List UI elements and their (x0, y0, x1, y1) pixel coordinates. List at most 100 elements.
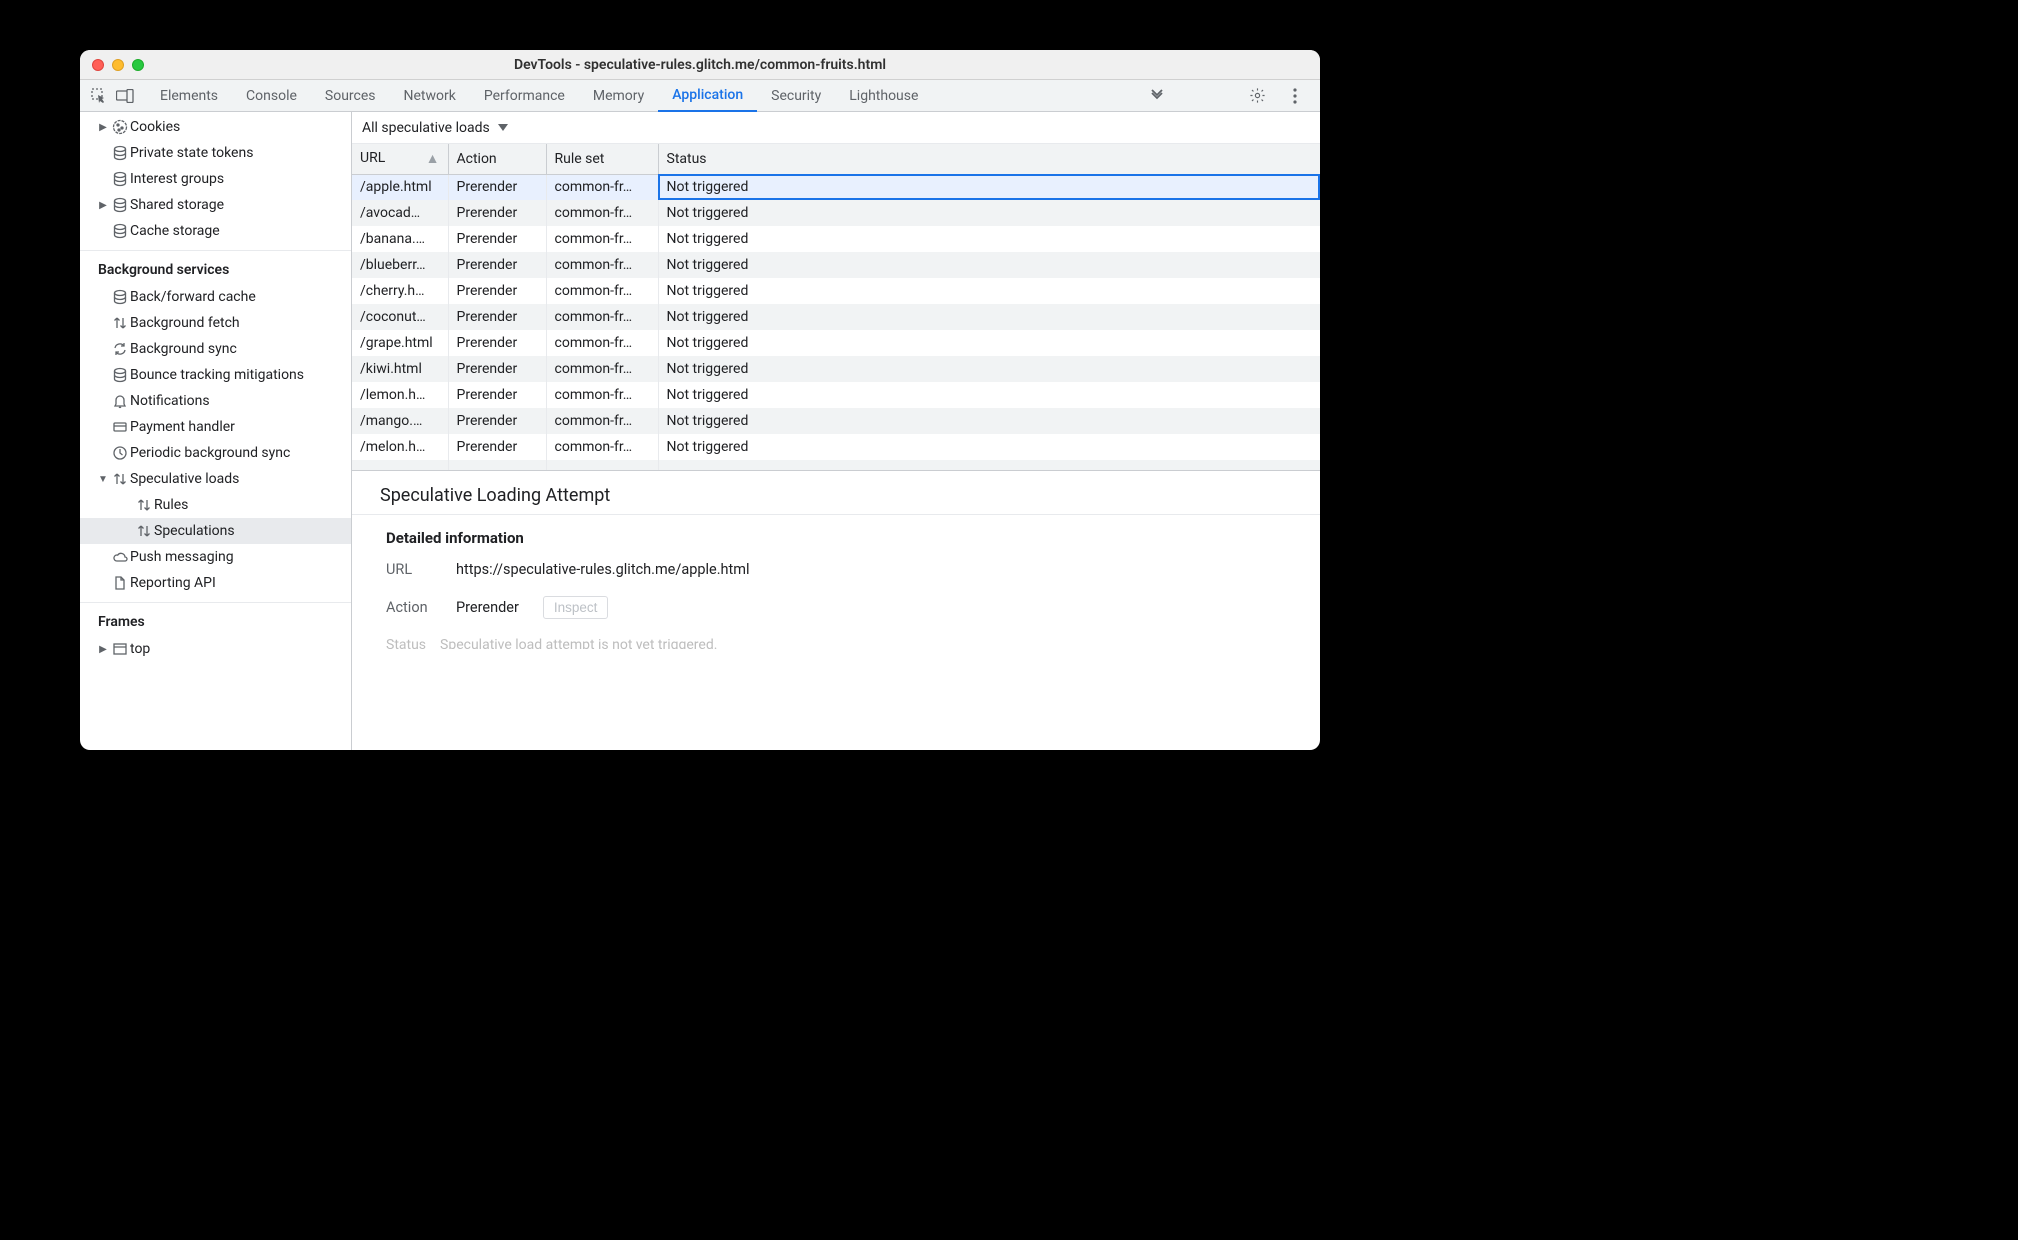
cloud-icon (110, 549, 130, 565)
cell-url: /coconut… (352, 304, 448, 330)
clock-icon (110, 445, 130, 461)
tree-item-label: Interest groups (130, 171, 351, 187)
tab-application[interactable]: Application (658, 80, 757, 112)
zoom-window-button[interactable] (132, 59, 144, 71)
sidebar-section-frames: Frames (80, 602, 351, 636)
tree-item-label: Cache storage (130, 223, 351, 239)
database-icon (110, 289, 130, 305)
sidebar-item-push-messaging[interactable]: Push messaging (80, 544, 351, 570)
sidebar-item-rules[interactable]: Rules (80, 492, 351, 518)
tree-item-label: Private state tokens (130, 145, 351, 161)
tab-console[interactable]: Console (232, 80, 311, 112)
tree-item-label: Frames (98, 614, 351, 630)
sidebar-item-top-frame[interactable]: ▶top (80, 636, 351, 662)
table-row[interactable]: /grape.htmlPrerendercommon-fr…Not trigge… (352, 330, 1320, 356)
database-icon (110, 171, 130, 187)
sidebar-item-private-state-tokens[interactable]: Private state tokens (80, 140, 351, 166)
col-url[interactable]: URL▲ (352, 144, 448, 174)
kebab-menu-icon[interactable] (1282, 83, 1308, 109)
more-tabs-icon[interactable] (1144, 83, 1170, 109)
tab-sources[interactable]: Sources (311, 80, 390, 112)
table-row[interactable]: /cherry.h…Prerendercommon-fr…Not trigger… (352, 278, 1320, 304)
sidebar-item-bounce-tracking-mitigations[interactable]: Bounce tracking mitigations (80, 362, 351, 388)
table-row[interactable]: /kiwi.htmlPrerendercommon-fr…Not trigger… (352, 356, 1320, 382)
device-toolbar-icon[interactable] (112, 83, 138, 109)
sidebar-item-periodic-background-sync[interactable]: Periodic background sync (80, 440, 351, 466)
cell-url: /apple.html (352, 174, 448, 200)
col-action[interactable]: Action (448, 144, 546, 174)
tab-network[interactable]: Network (390, 80, 470, 112)
table-row[interactable]: /mango.…Prerendercommon-fr…Not triggered (352, 408, 1320, 434)
sidebar-item-cookies[interactable]: ▶Cookies (80, 114, 351, 140)
cell-status: Not triggered (658, 434, 1320, 460)
detail-section: Detailed information URL https://specula… (352, 515, 1320, 637)
cell-url: /avocad… (352, 200, 448, 226)
cell-status: Not triggered (658, 226, 1320, 252)
table-row[interactable]: /avocad…Prerendercommon-fr…Not triggered (352, 200, 1320, 226)
table-row[interactable]: /melon.h…Prerendercommon-fr…Not triggere… (352, 434, 1320, 460)
inspect-button[interactable]: Inspect (543, 596, 609, 619)
updown-icon (110, 315, 130, 331)
settings-gear-icon[interactable] (1244, 83, 1270, 109)
cell-ruleset: common-fr… (546, 226, 658, 252)
cell-action: Prerender (448, 252, 546, 278)
cell-url: /grape.html (352, 330, 448, 356)
database-icon (110, 367, 130, 383)
cell-action: Prerender (448, 174, 546, 200)
detail-action-label: Action (386, 599, 442, 616)
col-ruleset[interactable]: Rule set (546, 144, 658, 174)
inspect-element-icon[interactable] (86, 83, 112, 109)
cell-ruleset: common-fr… (546, 174, 658, 200)
cell-url: /lemon.h… (352, 382, 448, 408)
tab-elements[interactable]: Elements (146, 80, 232, 112)
detail-url-label: URL (386, 561, 442, 578)
cell-action: Prerender (448, 356, 546, 382)
sidebar-item-cache-storage[interactable]: Cache storage (80, 218, 351, 244)
tree-item-label: Rules (154, 497, 351, 513)
table-row-cutoff (352, 460, 1320, 470)
cell-action: Prerender (448, 226, 546, 252)
sidebar-item-shared-storage[interactable]: ▶Shared storage (80, 192, 351, 218)
speculations-table: URL▲ Action Rule set Status /apple.htmlP… (352, 144, 1320, 470)
main-body: ▶Cookies Private state tokens Interest gro… (80, 112, 1320, 750)
detail-status-cutoff: Status Speculative load attempt is not y… (352, 637, 1320, 649)
file-icon (110, 575, 130, 591)
table-row[interactable]: /lemon.h…Prerendercommon-fr…Not triggere… (352, 382, 1320, 408)
cell-ruleset: common-fr… (546, 278, 658, 304)
cell-action: Prerender (448, 330, 546, 356)
table-row[interactable]: /banana.…Prerendercommon-fr…Not triggere… (352, 226, 1320, 252)
speculative-loads-filter-dropdown[interactable]: All speculative loads (362, 120, 508, 136)
tree-item-label: Speculations (154, 523, 351, 539)
cell-status: Not triggered (658, 330, 1320, 356)
sidebar-item-payment-handler[interactable]: Payment handler (80, 414, 351, 440)
tab-performance[interactable]: Performance (470, 80, 579, 112)
col-status[interactable]: Status (658, 144, 1320, 174)
sidebar-item-interest-groups[interactable]: Interest groups (80, 166, 351, 192)
sidebar-item-back/forward-cache[interactable]: Back/forward cache (80, 284, 351, 310)
sidebar-item-notifications[interactable]: Notifications (80, 388, 351, 414)
minimize-window-button[interactable] (112, 59, 124, 71)
tree-item-label: Background fetch (130, 315, 351, 331)
tree-item-label: Periodic background sync (130, 445, 351, 461)
cell-action: Prerender (448, 408, 546, 434)
cell-status: Not triggered (658, 174, 1320, 200)
sidebar-item-reporting-api[interactable]: Reporting API (80, 570, 351, 596)
sidebar-section-background-services: Background services (80, 250, 351, 284)
cell-status: Not triggered (658, 304, 1320, 330)
sidebar-item-background-fetch[interactable]: Background fetch (80, 310, 351, 336)
sidebar-item-background-sync[interactable]: Background sync (80, 336, 351, 362)
sidebar-item-speculative-loads[interactable]: ▼Speculative loads (80, 466, 351, 492)
tab-memory[interactable]: Memory (579, 80, 658, 112)
cell-url: /banana.… (352, 226, 448, 252)
cell-ruleset: common-fr… (546, 252, 658, 278)
table-row[interactable]: /apple.htmlPrerendercommon-fr…Not trigge… (352, 174, 1320, 200)
tree-item-label: Background sync (130, 341, 351, 357)
table-row[interactable]: /blueberr…Prerendercommon-fr…Not trigger… (352, 252, 1320, 278)
sidebar-item-speculations[interactable]: Speculations (80, 518, 351, 544)
cell-action: Prerender (448, 200, 546, 226)
tab-security[interactable]: Security (757, 80, 835, 112)
table-row[interactable]: /coconut…Prerendercommon-fr…Not triggere… (352, 304, 1320, 330)
tab-lighthouse[interactable]: Lighthouse (835, 80, 932, 112)
close-window-button[interactable] (92, 59, 104, 71)
tree-item-label: Shared storage (130, 197, 351, 213)
